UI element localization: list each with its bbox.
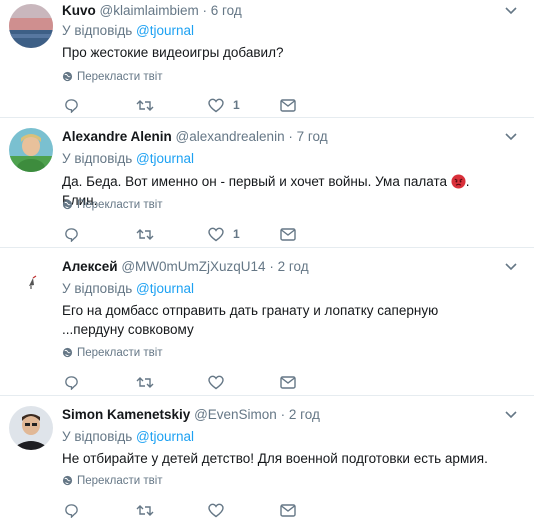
- retweet-icon: [136, 504, 154, 516]
- author-name[interactable]: Kuvo: [62, 3, 96, 18]
- reply-to-link[interactable]: @tjournal: [136, 23, 194, 38]
- tweet-header: Simon Kamenetskiy @EvenSimon · 2 год: [62, 406, 320, 424]
- like-icon: [208, 375, 224, 389]
- globe-icon: [62, 71, 73, 82]
- author-handle[interactable]: @alexandrealenin: [176, 129, 285, 144]
- reply-prefix: У відповідь: [62, 23, 133, 38]
- like-count: 1: [233, 227, 240, 241]
- like-button[interactable]: 1: [208, 224, 240, 244]
- globe-icon: [62, 475, 73, 486]
- author-name[interactable]: Алексей: [62, 259, 118, 274]
- tweet-text: Не отбирайте у детей детство! Для военно…: [62, 451, 488, 466]
- direct-message-button[interactable]: [280, 372, 296, 392]
- like-icon: [208, 227, 224, 241]
- translate-label[interactable]: Перекласти твіт: [77, 475, 163, 487]
- author-handle[interactable]: @klaimlaimbiem: [100, 3, 199, 18]
- like-button[interactable]: [208, 372, 233, 392]
- retweet-icon: [136, 228, 154, 240]
- translate-label[interactable]: Перекласти твіт: [77, 71, 163, 83]
- avatar[interactable]: [9, 258, 53, 302]
- timestamp[interactable]: 7 год: [297, 129, 328, 144]
- timestamp[interactable]: 2 год: [289, 407, 320, 422]
- tweet-item[interactable]: Alexandre Alenin @alexandrealenin · 7 го…: [0, 118, 534, 248]
- tweet-header: Alexandre Alenin @alexandrealenin · 7 го…: [62, 128, 328, 146]
- tweet-item[interactable]: Simon Kamenetskiy @EvenSimon · 2 год У в…: [0, 396, 534, 522]
- separator-dot: ·: [269, 259, 274, 274]
- chevron-down-icon[interactable]: [504, 6, 518, 16]
- tweet-header: Kuvo @klaimlaimbiem · 6 год: [62, 2, 242, 20]
- translate-link[interactable]: Перекласти твіт: [62, 70, 163, 84]
- avatar[interactable]: [9, 4, 53, 48]
- tweet-actions: [62, 372, 322, 392]
- translate-label[interactable]: Перекласти твіт: [77, 347, 163, 359]
- message-icon: [280, 227, 296, 241]
- tweet-header: Алексей @MW0mUmZjXuzqU14 · 2 год: [62, 258, 309, 276]
- author-name[interactable]: Simon Kamenetskiy: [62, 407, 190, 422]
- timestamp[interactable]: 2 год: [278, 259, 309, 274]
- separator-dot: ·: [288, 129, 293, 144]
- reply-prefix: У відповідь: [62, 281, 133, 296]
- message-icon: [280, 98, 296, 112]
- reply-context: У відповідь @tjournal: [62, 22, 194, 40]
- tweet-text: Его на домбасс отправить дать гранату и …: [62, 303, 439, 337]
- reply-button[interactable]: [64, 372, 79, 392]
- author-handle[interactable]: @MW0mUmZjXuzqU14: [121, 259, 265, 274]
- globe-icon: [62, 347, 73, 358]
- translate-label[interactable]: Перекласти твіт: [77, 199, 163, 211]
- tweet-actions: 1: [62, 95, 322, 115]
- translate-link[interactable]: Перекласти твіт: [62, 346, 163, 360]
- message-icon: [280, 503, 296, 517]
- reply-icon: [65, 503, 78, 518]
- tweet-text-part: Да. Беда. Вот именно он - первый и хочет…: [62, 174, 448, 189]
- retweet-icon: [136, 99, 154, 111]
- reply-context: У відповідь @tjournal: [62, 280, 194, 298]
- author-name[interactable]: Alexandre Alenin: [62, 129, 172, 144]
- reply-icon: [65, 375, 78, 390]
- separator-dot: ·: [280, 407, 286, 422]
- separator-dot: ·: [202, 3, 208, 18]
- reply-button[interactable]: [64, 500, 79, 520]
- avatar[interactable]: [9, 406, 53, 450]
- reply-prefix: У відповідь: [62, 429, 133, 444]
- retweet-button[interactable]: [136, 224, 154, 244]
- reply-to-link[interactable]: @tjournal: [136, 151, 194, 166]
- retweet-button[interactable]: [136, 95, 154, 115]
- tweet-item[interactable]: Kuvo @klaimlaimbiem · 6 год У відповідь …: [0, 0, 534, 118]
- direct-message-button[interactable]: [280, 224, 296, 244]
- reply-to-link[interactable]: @tjournal: [136, 281, 194, 296]
- reply-to-link[interactable]: @tjournal: [136, 429, 194, 444]
- like-button[interactable]: 1: [208, 95, 240, 115]
- translate-link[interactable]: Перекласти твіт: [62, 198, 163, 212]
- direct-message-button[interactable]: [280, 500, 296, 520]
- reply-context: У відповідь @tjournal: [62, 150, 194, 168]
- like-count: 1: [233, 98, 240, 112]
- tweet-actions: [62, 500, 322, 520]
- tweet-item[interactable]: Алексей @MW0mUmZjXuzqU14 · 2 год У відпо…: [0, 248, 534, 396]
- translate-link[interactable]: Перекласти твіт: [62, 474, 163, 488]
- message-icon: [280, 375, 296, 389]
- avatar[interactable]: [9, 128, 53, 172]
- globe-icon: [62, 199, 73, 210]
- angry-face-emoji: [451, 174, 466, 189]
- tweet-text: Про жестокие видеоигры добавил?: [62, 45, 284, 60]
- chevron-down-icon[interactable]: [504, 410, 518, 420]
- reply-button[interactable]: [64, 95, 79, 115]
- reply-context: У відповідь @tjournal: [62, 428, 194, 446]
- like-button[interactable]: [208, 500, 233, 520]
- retweet-button[interactable]: [136, 372, 154, 392]
- author-handle[interactable]: @EvenSimon: [194, 407, 277, 422]
- tweet-actions: 1: [62, 224, 322, 244]
- reply-prefix: У відповідь: [62, 151, 133, 166]
- reply-icon: [65, 98, 78, 113]
- like-icon: [208, 98, 224, 112]
- retweet-icon: [136, 376, 154, 388]
- reply-button[interactable]: [64, 224, 79, 244]
- chevron-down-icon[interactable]: [504, 262, 518, 272]
- chevron-down-icon[interactable]: [504, 132, 518, 142]
- timestamp[interactable]: 6 год: [211, 3, 242, 18]
- direct-message-button[interactable]: [280, 95, 296, 115]
- retweet-button[interactable]: [136, 500, 154, 520]
- reply-icon: [65, 227, 78, 242]
- like-icon: [208, 503, 224, 517]
